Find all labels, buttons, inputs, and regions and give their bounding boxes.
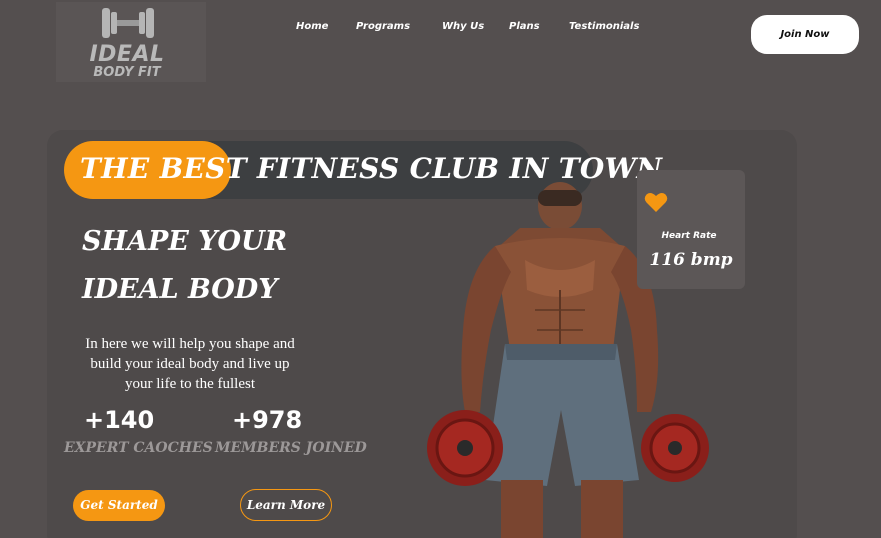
get-started-button[interactable]: Get Started <box>73 490 165 521</box>
stat-coaches-value: +140 <box>84 406 155 434</box>
learn-more-button[interactable]: Learn More <box>240 489 332 521</box>
heart-rate-value: 116 bmp <box>649 250 733 270</box>
brand-logo[interactable]: IDEAL BODY FIT <box>56 2 206 82</box>
heart-rate-label: Heart Rate <box>661 231 717 241</box>
stat-members-label: MEMBERS JOINED <box>215 440 367 456</box>
brand-tagline: BODY FIT <box>93 65 161 80</box>
stat-members-value: +978 <box>232 406 303 434</box>
nav-why-us[interactable]: Why Us <box>442 21 484 32</box>
heart-rate-card: Heart Rate 116 bmp <box>637 170 745 289</box>
hero-description: In here we will help you shape and build… <box>85 336 295 392</box>
dumbbell-icon <box>102 8 154 38</box>
nav-programs[interactable]: Programs <box>356 21 410 32</box>
nav-plans[interactable]: Plans <box>509 21 540 32</box>
headline-line-2: IDEAL BODY <box>82 274 278 305</box>
brand-name: IDEAL <box>89 42 165 67</box>
nav-testimonials[interactable]: Testimonials <box>569 21 639 32</box>
join-now-button[interactable]: Join Now <box>751 15 859 54</box>
tagline-highlight-text: THE BEST <box>80 152 247 185</box>
stat-coaches-label: EXPERT CAOCHES <box>64 440 213 456</box>
heart-icon <box>644 193 668 212</box>
nav-home[interactable]: Home <box>296 21 328 32</box>
headline-line-1: SHAPE YOUR <box>82 226 288 257</box>
